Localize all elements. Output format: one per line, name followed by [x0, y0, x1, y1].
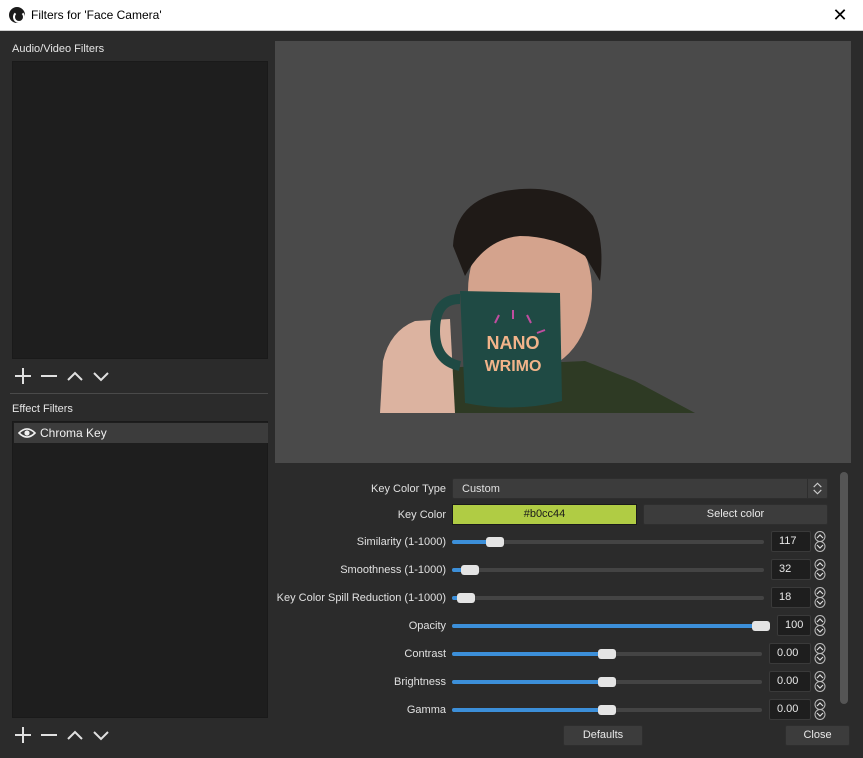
- spinbox-arrows-icon[interactable]: [812, 587, 828, 608]
- smoothness-label: Smoothness (1-1000): [340, 564, 446, 576]
- effect-filters-label: Effect Filters: [12, 403, 73, 415]
- brightness-label: Brightness: [394, 676, 446, 688]
- contrast-label: Contrast: [404, 648, 446, 660]
- spinbox-value[interactable]: 0.00: [769, 643, 811, 664]
- remove-av-filter-button[interactable]: [38, 365, 60, 387]
- add-av-filter-button[interactable]: [12, 365, 34, 387]
- smoothness-spinbox[interactable]: 32: [771, 559, 829, 580]
- spinbox-value[interactable]: 0.00: [769, 699, 811, 720]
- av-filters-label: Audio/Video Filters: [12, 43, 105, 55]
- similarity-label: Similarity (1-1000): [356, 536, 446, 548]
- move-down-av-filter-button[interactable]: [90, 365, 112, 387]
- spinbox-arrows-icon[interactable]: [812, 615, 828, 636]
- key-color-swatch: #b0cc44: [452, 504, 637, 525]
- gamma-slider[interactable]: [452, 703, 762, 717]
- slider-handle[interactable]: [598, 649, 616, 659]
- spinbox-value[interactable]: 117: [771, 531, 811, 552]
- spinbox-value[interactable]: 32: [771, 559, 811, 580]
- spinbox-arrows-icon[interactable]: [812, 671, 828, 692]
- updown-chevron-icon: [807, 479, 822, 498]
- window-title: Filters for 'Face Camera': [31, 8, 162, 22]
- opacity-label: Opacity: [408, 620, 446, 632]
- mug-text-line1: NANO: [487, 333, 540, 353]
- spinbox-value[interactable]: 100: [777, 615, 811, 636]
- camera-preview-image: NANO WRIMO: [380, 188, 695, 413]
- spill-label: Key Color Spill Reduction (1-1000): [276, 592, 446, 604]
- slider-track[interactable]: [452, 596, 764, 600]
- obs-logo-icon: [9, 7, 25, 23]
- close-button[interactable]: Close: [785, 725, 850, 746]
- key-color-type-value: Custom: [462, 483, 500, 495]
- select-color-button[interactable]: Select color: [643, 504, 828, 525]
- smoothness-slider[interactable]: [452, 563, 764, 577]
- slider-handle[interactable]: [598, 705, 616, 715]
- eye-icon[interactable]: [18, 427, 36, 439]
- window-close-button[interactable]: ✕: [817, 0, 863, 30]
- similarity-slider[interactable]: [452, 535, 764, 549]
- spinbox-value[interactable]: 0.00: [769, 671, 811, 692]
- move-down-effect-filter-button[interactable]: [90, 724, 112, 746]
- spill-spinbox[interactable]: 18: [771, 587, 829, 608]
- av-filters-toolbar: [12, 365, 122, 387]
- slider-handle[interactable]: [486, 537, 504, 547]
- filter-name: Chroma Key: [40, 426, 107, 440]
- move-up-effect-filter-button[interactable]: [64, 724, 86, 746]
- properties-scrollbar[interactable]: [838, 470, 850, 706]
- av-filters-list[interactable]: [12, 61, 268, 359]
- spinbox-arrows-icon[interactable]: [812, 699, 828, 720]
- spinbox-value[interactable]: 18: [771, 587, 811, 608]
- key-color-label: Key Color: [397, 509, 446, 521]
- brightness-spinbox[interactable]: 0.00: [769, 671, 829, 692]
- key-color-type-label: Key Color Type: [370, 483, 446, 495]
- gamma-spinbox[interactable]: 0.00: [769, 699, 829, 720]
- spinbox-arrows-icon[interactable]: [812, 643, 828, 664]
- add-effect-filter-button[interactable]: [12, 724, 34, 746]
- key-color-type-select[interactable]: Custom: [452, 478, 828, 499]
- scrollbar-thumb[interactable]: [840, 472, 848, 704]
- slider-fill: [452, 680, 607, 684]
- remove-effect-filter-button[interactable]: [38, 724, 60, 746]
- effect-filters-toolbar: [12, 724, 122, 746]
- slider-fill: [452, 652, 607, 656]
- list-item[interactable]: Chroma Key: [14, 423, 268, 443]
- brightness-slider[interactable]: [452, 675, 762, 689]
- opacity-spinbox[interactable]: 100: [777, 615, 829, 636]
- contrast-slider[interactable]: [452, 647, 762, 661]
- spinbox-arrows-icon[interactable]: [812, 531, 828, 552]
- spill-slider[interactable]: [452, 591, 764, 605]
- gamma-label: Gamma: [406, 704, 446, 716]
- effect-filters-list[interactable]: Chroma Key: [12, 421, 268, 718]
- move-up-av-filter-button[interactable]: [64, 365, 86, 387]
- defaults-button[interactable]: Defaults: [563, 725, 643, 746]
- mug-text-line2: WRIMO: [485, 358, 542, 375]
- slider-track[interactable]: [452, 568, 764, 572]
- title-bar: Filters for 'Face Camera' ✕: [0, 0, 863, 31]
- slider-handle[interactable]: [598, 677, 616, 687]
- similarity-spinbox[interactable]: 117: [771, 531, 829, 552]
- opacity-slider[interactable]: [452, 619, 770, 633]
- slider-fill: [452, 708, 607, 712]
- spinbox-arrows-icon[interactable]: [812, 559, 828, 580]
- slider-handle[interactable]: [461, 565, 479, 575]
- panel-splitter[interactable]: [10, 393, 268, 394]
- slider-fill: [452, 624, 761, 628]
- slider-handle[interactable]: [752, 621, 770, 631]
- slider-handle[interactable]: [457, 593, 475, 603]
- contrast-spinbox[interactable]: 0.00: [769, 643, 829, 664]
- preview-canvas: NANO WRIMO: [275, 41, 851, 463]
